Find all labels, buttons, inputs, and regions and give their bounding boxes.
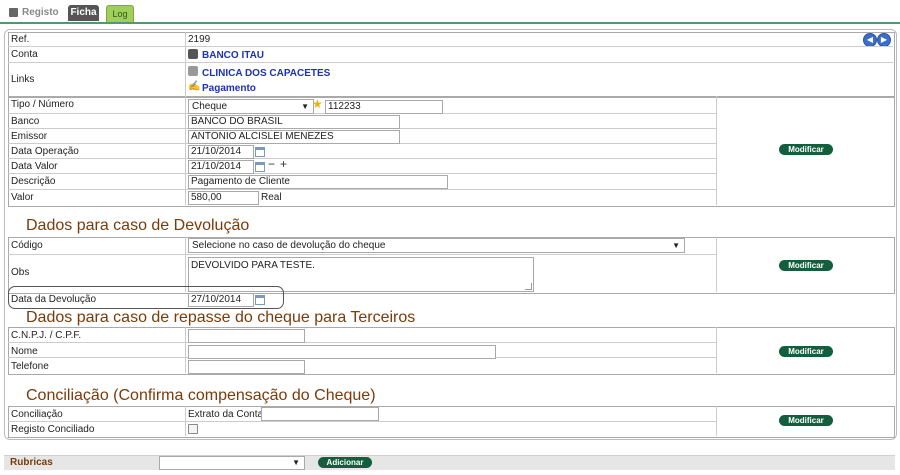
obs-label: Obs xyxy=(11,267,30,278)
tipo-select-value: Cheque xyxy=(192,101,228,112)
plus-icon[interactable]: + xyxy=(280,157,287,171)
telefone-input[interactable] xyxy=(188,360,305,374)
rubricas-label: Rubricas xyxy=(10,457,53,468)
obs-textarea-value: DEVOLVIDO PARA TESTE. xyxy=(191,260,315,271)
banco-label: Banco xyxy=(11,116,40,127)
data-operacao-input[interactable]: 21/10/2014 xyxy=(188,145,254,159)
extrato-input[interactable] xyxy=(261,407,379,421)
registo-icon xyxy=(9,8,18,17)
devolucao-section-title: Dados para caso de Devolução xyxy=(26,217,250,234)
banco-input[interactable]: BANCO DO BRASIL xyxy=(188,115,400,129)
modify-devolucao-button[interactable]: Modificar xyxy=(779,260,833,271)
descricao-input[interactable]: Pagamento de Cliente xyxy=(188,175,448,189)
links-label: Links xyxy=(11,74,35,85)
modify-conciliacao-button[interactable]: Modificar xyxy=(779,415,833,426)
calendar-icon[interactable] xyxy=(255,295,265,305)
account-icon xyxy=(188,49,198,59)
cnpj-input[interactable] xyxy=(188,329,305,343)
calendar-icon[interactable] xyxy=(255,162,265,172)
header-info-table xyxy=(8,32,895,98)
tab-registo[interactable]: Registo xyxy=(8,4,59,21)
emissor-input[interactable]: ANTONIO ALCISLEI MENEZES xyxy=(188,130,400,144)
modify-details-button[interactable]: Modificar xyxy=(779,144,833,155)
conciliacao-section-title: Conciliação (Confirma compensação do Che… xyxy=(26,387,376,404)
registo-conciliado-checkbox[interactable] xyxy=(188,424,198,434)
tab-registo-label: Registo xyxy=(22,7,59,18)
registo-conciliado-label: Registo Conciliado xyxy=(11,424,95,435)
valor-currency: Real xyxy=(261,192,282,203)
rubricas-bar: Rubricas ▼ Adicionar xyxy=(4,455,895,470)
conta-link[interactable]: BANCO ITAU xyxy=(202,50,264,61)
data-valor-input[interactable]: 21/10/2014 xyxy=(188,160,254,174)
payment-link[interactable]: Pagamento xyxy=(202,83,256,94)
tipo-select[interactable]: Cheque ▼ xyxy=(188,99,314,114)
record-panel: ◀ ▶ Ref. 2199 Conta BANCO ITAU Links CLI… xyxy=(4,29,897,440)
cnpj-label: C.N.P.J. / C.P.F. xyxy=(11,330,82,341)
client-icon xyxy=(188,66,198,76)
codigo-select[interactable]: Selecione no caso de devolução do cheque… xyxy=(188,238,685,253)
add-rubrica-button[interactable]: Adicionar xyxy=(318,457,372,468)
chevron-down-icon: ▼ xyxy=(292,458,300,467)
payment-icon: ✍ xyxy=(188,81,201,92)
descricao-label: Descrição xyxy=(11,176,56,187)
telefone-label: Telefone xyxy=(11,361,49,372)
client-link[interactable]: CLINICA DOS CAPACETES xyxy=(202,68,330,79)
conta-label: Conta xyxy=(11,49,38,60)
calendar-icon[interactable] xyxy=(255,147,265,157)
chevron-down-icon: ▼ xyxy=(301,102,309,111)
rubricas-select[interactable]: ▼ xyxy=(159,456,305,470)
emissor-label: Emissor xyxy=(11,131,48,142)
data-devolucao-input[interactable]: 27/10/2014 xyxy=(188,293,254,307)
valor-label: Valor xyxy=(11,192,34,203)
conciliacao-label: Conciliação xyxy=(11,409,63,420)
modify-repasse-button[interactable]: Modificar xyxy=(779,346,833,357)
tab-bar: Registo Ficha Log xyxy=(0,0,900,24)
resize-handle-icon[interactable] xyxy=(525,283,532,290)
tipo-label: Tipo / Número xyxy=(11,99,74,110)
data-valor-label: Data Valor xyxy=(11,161,58,172)
valor-input[interactable]: 580,00 xyxy=(188,191,259,205)
codigo-select-value: Selecione no caso de devolução do cheque xyxy=(192,240,386,251)
ref-label: Ref. xyxy=(11,34,30,45)
chevron-down-icon: ▼ xyxy=(672,241,680,250)
star-icon[interactable]: ★ xyxy=(312,98,323,110)
tab-log[interactable]: Log xyxy=(106,5,134,22)
extrato-label: Extrato da Conta xyxy=(188,409,264,420)
minus-icon[interactable]: − xyxy=(268,157,275,171)
conciliacao-table xyxy=(8,406,895,438)
data-devolucao-label: Data da Devolução xyxy=(11,294,97,305)
tab-ficha[interactable]: Ficha xyxy=(68,5,99,21)
nome-input[interactable] xyxy=(188,345,496,359)
nome-label: Nome xyxy=(11,346,38,357)
repasse-section-title: Dados para caso de repasse do cheque par… xyxy=(26,309,416,326)
numero-input[interactable]: 112233 xyxy=(325,100,443,114)
codigo-label: Código xyxy=(11,240,43,251)
ref-value: 2199 xyxy=(188,34,211,45)
data-operacao-label: Data Operação xyxy=(11,146,79,157)
